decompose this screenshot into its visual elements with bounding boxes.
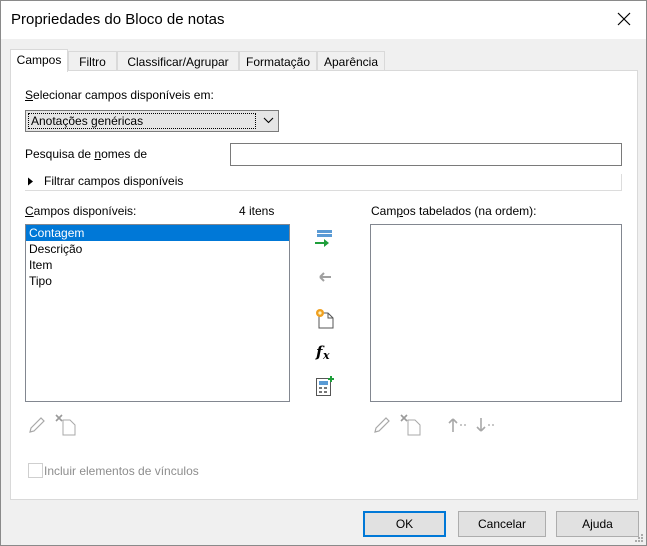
search-names-label: Pesquisa de nomes de [25,147,148,161]
select-fields-dropdown[interactable]: Anotações genéricas [25,110,279,132]
calculated-value-icon: f x [315,343,330,361]
expand-arrow-icon [28,177,33,185]
move-down-button [475,414,497,436]
close-button[interactable] [606,3,642,35]
pencil-icon [29,417,45,433]
add-field-button[interactable] [313,228,335,250]
delete-scheduled-parameter-button [400,414,422,436]
notes-properties-dialog: Propriedades do Bloco de notas Campos Fi… [0,0,647,546]
tab-filtro[interactable]: Filtro [68,51,117,71]
tab-classificar-agrupar[interactable]: Classificar/Agrupar [117,51,239,71]
svg-text:x: x [322,349,330,361]
include-links-label: Incluir elementos de vínculos [44,464,199,478]
delete-parameter-button [55,414,77,436]
tab-label: Campos [16,53,62,67]
tab-label: Aparência [323,55,379,69]
available-fields-label: Campos disponíveis: [25,204,137,218]
help-button[interactable]: Ajuda [556,511,639,537]
add-field-icon [315,230,332,247]
remove-field-icon [319,272,331,282]
available-fields-count: 4 itens [239,204,275,218]
delete-parameter-icon [55,414,76,436]
window-title: Propriedades do Bloco de notas [11,11,225,28]
pencil-icon [374,417,390,433]
filter-expander-label: Filtrar campos disponíveis [44,174,184,188]
edit-scheduled-parameter-button [371,414,393,436]
remove-field-button [313,266,335,288]
filter-expander[interactable]: Filtrar campos disponíveis [27,172,190,190]
scheduled-fields-list[interactable] [370,224,622,402]
list-item[interactable]: Descrição [26,241,289,257]
move-down-icon [476,418,494,432]
tab-label: Classificar/Agrupar [127,55,229,69]
list-item[interactable]: Tipo [26,273,289,289]
calculated-value-button[interactable]: f x [314,341,336,363]
close-icon [617,12,631,26]
list-item[interactable]: Contagem [26,225,289,241]
title-bar: Propriedades do Bloco de notas [1,1,646,39]
search-names-input[interactable] [230,143,622,166]
delete-parameter-icon [400,414,421,436]
resize-grip-icon[interactable] [634,533,644,543]
tab-label: Formatação [245,55,311,69]
new-parameter-button[interactable] [314,307,336,329]
move-up-button [447,414,469,436]
tab-panel-campos: Selecionar campos disponíveis em: Anotaç… [10,70,638,500]
list-item[interactable]: Item [26,257,289,273]
include-links-checkbox[interactable] [28,463,43,478]
tab-label: Filtro [79,55,106,69]
chevron-down-icon [263,117,274,124]
move-up-icon [448,418,466,432]
edit-parameter-button [26,414,48,436]
ok-button[interactable]: OK [363,511,446,537]
tab-campos[interactable]: Campos [10,49,68,72]
cancel-button[interactable]: Cancelar [458,511,546,537]
available-fields-list[interactable]: Contagem Descrição Item Tipo [25,224,290,402]
combine-parameters-button[interactable] [314,375,336,397]
tab-aparencia[interactable]: Aparência [317,51,385,71]
select-fields-value: Anotações genéricas [28,113,256,129]
scheduled-fields-label: Campos tabelados (na ordem): [371,204,537,218]
combine-parameters-icon [316,376,334,396]
tab-formatacao[interactable]: Formatação [239,51,317,71]
new-parameter-icon [316,308,334,328]
select-fields-label: Selecionar campos disponíveis em: [25,88,214,102]
